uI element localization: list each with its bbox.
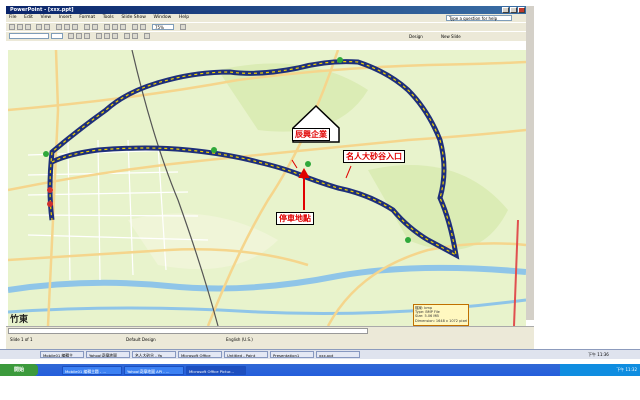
print-icon[interactable] xyxy=(36,24,42,30)
align-left-icon[interactable] xyxy=(96,33,102,39)
table-icon[interactable] xyxy=(112,24,118,30)
cut-icon[interactable] xyxy=(56,24,62,30)
minimize-button[interactable] xyxy=(502,7,509,13)
font-size-select[interactable] xyxy=(51,33,63,39)
menu-slideshow[interactable]: Slide Show xyxy=(118,14,149,22)
underline-icon[interactable] xyxy=(84,33,90,39)
inner-task-presentation[interactable]: Presentation1 xyxy=(270,351,314,358)
help-search-input[interactable]: Type a question for help xyxy=(446,15,512,21)
menu-insert[interactable]: Insert xyxy=(56,14,75,22)
inner-task-yahoo-map[interactable]: Yahoo!奇摩地圖 xyxy=(86,351,130,358)
menu-file[interactable]: File xyxy=(6,14,20,22)
new-slide-button[interactable]: New Slide xyxy=(438,33,468,39)
town-label: 竹東 xyxy=(10,315,29,325)
vertical-scrollbar[interactable] xyxy=(526,6,534,320)
paste-icon[interactable] xyxy=(72,24,78,30)
align-center-icon[interactable] xyxy=(104,33,110,39)
task-yahoo-map[interactable]: Yahoo!奇摩地圖 API - ... xyxy=(124,365,184,375)
clock: 下午 11:32 xyxy=(616,367,637,372)
inner-task-ppt[interactable]: xxx.ppt xyxy=(316,351,360,358)
system-tray: 下午 11:32 xyxy=(560,364,640,376)
route-marker xyxy=(337,57,343,63)
formatting-toolbar: Design New Slide xyxy=(6,31,526,41)
task-mobile01[interactable]: Mobile01 編輯主題 - ... xyxy=(62,365,122,375)
font-select[interactable] xyxy=(9,33,49,39)
redo-icon[interactable] xyxy=(92,24,98,30)
maximize-button[interactable] xyxy=(510,7,517,13)
new-icon[interactable] xyxy=(9,24,15,30)
menu-bar: File Edit View Insert Format Tools Slide… xyxy=(6,14,526,22)
route-marker xyxy=(305,161,311,167)
window-title: PowerPoint - [xxx.ppt] xyxy=(10,7,74,13)
map-canvas xyxy=(8,50,526,326)
numbering-icon[interactable] xyxy=(124,33,130,39)
preview-icon[interactable] xyxy=(44,24,50,30)
chart-icon[interactable] xyxy=(104,24,110,30)
font-color-icon[interactable] xyxy=(144,33,150,39)
route-marker xyxy=(211,147,217,153)
inner-task-mobile01[interactable]: Mobile01 編輯主 xyxy=(40,351,84,358)
inner-task-paint[interactable]: Untitled - Paint xyxy=(224,351,268,358)
bullets-icon[interactable] xyxy=(132,33,138,39)
menu-tools[interactable]: Tools xyxy=(100,14,117,22)
status-design: Default Design xyxy=(126,337,156,342)
design-button[interactable]: Design xyxy=(406,33,434,39)
drawing-toolbar[interactable] xyxy=(8,328,368,334)
entrance-label: 名人大砂谷入口 xyxy=(343,150,405,163)
route-marker xyxy=(43,151,49,157)
zoom-select[interactable]: 75% xyxy=(152,24,174,30)
align-right-icon[interactable] xyxy=(112,33,118,39)
background-area xyxy=(534,0,640,350)
company-label: 辰興企業 xyxy=(292,128,330,141)
status-language: English (U.S.) xyxy=(226,337,253,342)
picture-icon[interactable] xyxy=(120,24,126,30)
inner-clock: 下午 11:36 xyxy=(588,352,609,357)
image-info-tooltip: 檔案: bmp Type: BMP File Size: 5.06 MB Dim… xyxy=(413,304,469,326)
menu-format[interactable]: Format xyxy=(76,14,98,22)
status-slide: Slide 1 of 1 xyxy=(10,337,33,342)
task-office-picture[interactable]: Microsoft Office Pictur... xyxy=(186,365,246,375)
inner-task-office[interactable]: Microsoft Office xyxy=(178,351,222,358)
taskbar: 開始 Mobile01 編輯主題 - ... Yahoo!奇摩地圖 API - … xyxy=(0,364,640,376)
bold-icon[interactable] xyxy=(68,33,74,39)
menu-edit[interactable]: Edit xyxy=(21,14,36,22)
title-bar: PowerPoint - [xxx.ppt] xyxy=(6,6,526,14)
undo-icon[interactable] xyxy=(84,24,90,30)
help-icon[interactable] xyxy=(180,24,186,30)
info-line: Dimension: 1648 x 1072 pixels xyxy=(415,318,467,323)
save-icon[interactable] xyxy=(25,24,31,30)
route-marker xyxy=(47,187,53,193)
route-marker xyxy=(405,237,411,243)
start-button[interactable]: 開始 xyxy=(0,364,38,376)
inner-task-yahoo[interactable]: 名人大砂谷 - Ya xyxy=(132,351,176,358)
close-button[interactable] xyxy=(518,7,525,13)
map-image: 辰興企業 名人大砂谷入口 停車地點 竹東 檔案: bmp Type: BMP F… xyxy=(8,50,526,326)
copy-icon[interactable] xyxy=(64,24,70,30)
menu-window[interactable]: Window xyxy=(151,14,175,22)
grid-icon[interactable] xyxy=(132,24,138,30)
status-bar: Slide 1 of 1 Default Design English (U.S… xyxy=(6,326,534,349)
route-marker xyxy=(47,201,53,207)
menu-help[interactable]: Help xyxy=(176,14,192,22)
menu-view[interactable]: View xyxy=(37,14,54,22)
parking-label: 停車地點 xyxy=(276,212,314,225)
color-icon[interactable] xyxy=(140,24,146,30)
italic-icon[interactable] xyxy=(76,33,82,39)
open-icon[interactable] xyxy=(17,24,23,30)
inner-taskbar: Mobile01 編輯主 Yahoo!奇摩地圖 名人大砂谷 - Ya Micro… xyxy=(0,349,640,359)
